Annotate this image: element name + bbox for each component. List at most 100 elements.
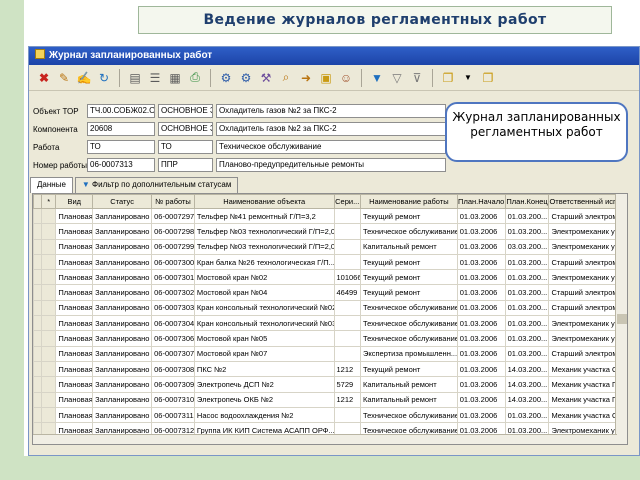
table-cell[interactable]: 01.03.2006 [456, 315, 506, 332]
field-code[interactable]: ТО [87, 140, 155, 154]
column-header[interactable]: Вид [55, 194, 94, 209]
row-selector[interactable] [33, 238, 43, 255]
row-selector[interactable] [33, 315, 43, 332]
table-cell[interactable]: 06-0007304 [151, 315, 195, 332]
table-cell[interactable]: Мостовой кран №04 [193, 284, 335, 301]
table-cell[interactable]: Плановая [55, 391, 94, 408]
row-selector[interactable] [33, 360, 43, 378]
edit-alt-icon[interactable]: ✍ [75, 69, 93, 87]
row-selector[interactable] [33, 284, 43, 301]
column-header[interactable]: План.Конец [504, 194, 550, 209]
row-selector[interactable] [33, 391, 43, 408]
tools-icon[interactable]: ⚒ [257, 69, 275, 87]
table-cell[interactable]: Запланировано [92, 391, 153, 408]
refresh-icon[interactable]: ↻ [95, 69, 113, 87]
field-code[interactable]: ТЧ.00.СОБЖ02.ОГ [87, 104, 155, 118]
table-cell[interactable]: 1212 [333, 360, 361, 378]
table-cell[interactable]: 06-0007311 [151, 406, 195, 424]
table-cell[interactable]: Запланировано [92, 269, 153, 286]
tab-data[interactable]: Данные [30, 177, 73, 193]
table-cell[interactable]: Мостовой кран №07 [193, 345, 335, 362]
table-cell[interactable]: Кран балка №26 технологическая Г/П... [193, 253, 335, 271]
field-description[interactable]: Техническое обслуживание [216, 140, 446, 154]
vertical-scrollbar[interactable] [615, 194, 627, 444]
table-cell[interactable]: Запланировано [92, 376, 153, 393]
column-header[interactable]: * [41, 194, 57, 209]
table-cell[interactable]: Плановая [55, 207, 94, 225]
table-row[interactable]: Плановая Запланировано 06-0007297 Тельфер №… [33, 207, 627, 225]
table-row[interactable]: Плановая Запланировано 06-0007303 Кран конс… [33, 299, 627, 317]
column-header[interactable]: Статус [92, 194, 153, 209]
table-cell[interactable]: Техническое обслуживание [359, 299, 458, 317]
table-cell[interactable]: 101066 [333, 269, 361, 286]
filter-icon[interactable]: ▼ [368, 69, 386, 87]
table-cell[interactable]: 14.03.200... [504, 391, 550, 408]
table-cell[interactable] [333, 330, 361, 347]
table-cell[interactable]: 06-0007301 [151, 269, 195, 286]
table-cell[interactable] [333, 223, 361, 240]
table-cell[interactable]: 01.03.2006 [456, 345, 506, 362]
table-cell[interactable]: Текущий ремонт [359, 207, 458, 225]
table-cell[interactable]: 06-0007300 [151, 253, 195, 271]
table-cell[interactable]: 01.03.200... [504, 330, 550, 347]
table-cell[interactable]: 01.03.200... [504, 315, 550, 332]
table-row[interactable]: Плановая Запланировано 06-0007311 Насос вод… [33, 406, 627, 424]
table-cell[interactable]: 06-0007297 [151, 207, 195, 225]
close-record-icon[interactable]: ✖ [35, 69, 53, 87]
table-row[interactable]: Плановая Запланировано 06-0007306 Мостовой … [33, 330, 627, 347]
table-cell[interactable]: Тельфер №03 технологический Г/П=2,0 [193, 223, 335, 240]
table-cell[interactable]: Кран консольный технологический №03 [193, 315, 335, 332]
table-cell[interactable]: 06-0007310 [151, 391, 195, 408]
row-selector[interactable] [33, 376, 43, 393]
filter-clear-icon[interactable]: ⊽ [408, 69, 426, 87]
table-cell[interactable]: Текущий ремонт [359, 269, 458, 286]
scrollbar-thumb[interactable] [617, 314, 627, 324]
row-selector[interactable] [33, 223, 43, 240]
table-cell[interactable]: 01.03.200... [504, 299, 550, 317]
table-cell[interactable]: Техническое обслуживание [359, 315, 458, 332]
search-icon[interactable]: ⌕ [277, 69, 295, 87]
table-cell[interactable]: Запланировано [92, 207, 153, 225]
table-cell[interactable]: Запланировано [92, 315, 153, 332]
table-cell[interactable]: 06-0007302 [151, 284, 195, 301]
table-cell[interactable]: 01.03.2006 [456, 360, 506, 378]
table-cell[interactable]: Кран консольный технологический №02 [193, 299, 335, 317]
table-cell[interactable]: Техническое обслуживание [359, 223, 458, 240]
table-cell[interactable]: 06-0007306 [151, 330, 195, 347]
table-cell[interactable]: 03.03.200... [504, 238, 550, 255]
table-cell[interactable]: ПКС №2 [193, 360, 335, 378]
table-cell[interactable]: Плановая [55, 269, 94, 286]
table-cell[interactable]: 01.03.2006 [456, 238, 506, 255]
table-cell[interactable]: 01.03.200... [504, 269, 550, 286]
table-cell[interactable]: Текущий ремонт [359, 360, 458, 378]
table-cell[interactable]: 06-0007303 [151, 299, 195, 317]
row-selector[interactable] [33, 345, 43, 362]
row-selector[interactable] [33, 207, 43, 225]
table-cell[interactable]: 06-0007309 [151, 376, 195, 393]
window-icon[interactable]: ❐ [439, 69, 457, 87]
table-cell[interactable] [333, 299, 361, 317]
field-type[interactable]: ТО [158, 140, 213, 154]
column-header[interactable]: Сери... [333, 194, 361, 209]
table-cell[interactable]: Текущий ремонт [359, 253, 458, 271]
table-cell[interactable]: 5729 [333, 376, 361, 393]
table-cell[interactable]: Мостовой кран №02 [193, 269, 335, 286]
table-row[interactable]: Плановая Запланировано 06-0007301 Мостовой … [33, 269, 627, 286]
table-cell[interactable]: 01.03.2006 [456, 207, 506, 225]
table-cell[interactable]: 14.03.200... [504, 376, 550, 393]
table-cell[interactable]: Капитальный ремонт [359, 376, 458, 393]
table-cell[interactable]: 01.03.200... [504, 406, 550, 424]
table-cell[interactable]: 06-0007299 [151, 238, 195, 255]
table-cell[interactable]: 01.03.2006 [456, 330, 506, 347]
table-cell[interactable]: 01.03.200... [504, 253, 550, 271]
table-row[interactable]: Плановая Запланировано 06-0007304 Кран конс… [33, 315, 627, 332]
field-description[interactable]: Охладитель газов №2 за ПКС-2 [216, 122, 446, 136]
gear-icon[interactable]: ⚙ [217, 69, 235, 87]
table-row[interactable]: Плановая Запланировано 06-0007310 Электропе… [33, 391, 627, 408]
row-selector[interactable] [33, 253, 43, 271]
edit-icon[interactable]: ✎ [55, 69, 73, 87]
table-cell[interactable] [333, 406, 361, 424]
table-cell[interactable]: Запланировано [92, 284, 153, 301]
column-header[interactable]: Наименование объекта [193, 194, 335, 209]
field-code[interactable]: 06-0007313 [87, 158, 155, 172]
